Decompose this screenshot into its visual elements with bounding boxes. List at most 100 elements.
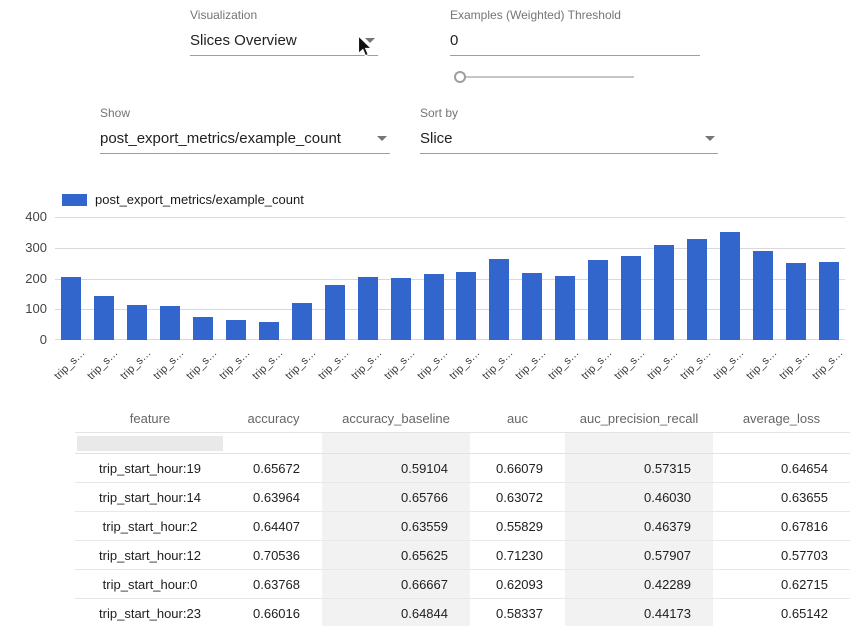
bar-2[interactable] [127, 305, 147, 340]
legend-swatch-icon [62, 194, 87, 206]
filter-cell [713, 433, 850, 453]
filter-cell [75, 433, 225, 453]
bar-23[interactable] [819, 262, 839, 340]
bar-9[interactable] [358, 277, 378, 340]
metric-cell: 0.57703 [713, 541, 850, 569]
show-dropdown[interactable]: Show post_export_metrics/example_count [100, 106, 390, 154]
bar-7[interactable] [292, 303, 312, 340]
bar-21[interactable] [753, 251, 773, 340]
column-header-accuracy_baseline[interactable]: accuracy_baseline [322, 404, 470, 432]
table-row[interactable]: trip_start_hour:190.656720.591040.660790… [75, 454, 850, 483]
threshold-input[interactable]: 0 [450, 32, 700, 56]
metric-cell: 0.66016 [225, 599, 322, 626]
sort-by-value: Slice [420, 130, 453, 147]
metric-cell: 0.70536 [225, 541, 322, 569]
bar-13[interactable] [489, 259, 509, 340]
column-header-accuracy[interactable]: accuracy [225, 404, 322, 432]
slider-track[interactable] [460, 76, 634, 78]
bar-20[interactable] [720, 232, 740, 340]
metric-cell: 0.62715 [713, 570, 850, 598]
metric-cell: 0.63072 [470, 483, 565, 511]
show-select[interactable]: post_export_metrics/example_count [100, 130, 390, 154]
bar-11[interactable] [424, 274, 444, 340]
bar-17[interactable] [621, 256, 641, 340]
filter-cell [470, 433, 565, 453]
metric-cell: 0.63559 [322, 512, 470, 540]
bar-0[interactable] [61, 277, 81, 340]
feature-cell: trip_start_hour:19 [75, 454, 225, 482]
column-header-average_loss[interactable]: average_loss [713, 404, 850, 432]
bar-6[interactable] [259, 322, 279, 340]
metric-cell: 0.65766 [322, 483, 470, 511]
bar-15[interactable] [555, 276, 575, 340]
feature-cell: trip_start_hour:2 [75, 512, 225, 540]
bar-8[interactable] [325, 285, 345, 340]
column-header-auc[interactable]: auc [470, 404, 565, 432]
column-header-feature[interactable]: feature [75, 404, 225, 432]
feature-cell: trip_start_hour:0 [75, 570, 225, 598]
feature-cell: trip_start_hour:23 [75, 599, 225, 626]
feature-filter-input[interactable] [77, 436, 223, 451]
table-header-row: featureaccuracyaccuracy_baselineaucauc_p… [75, 404, 850, 433]
metric-cell: 0.62093 [470, 570, 565, 598]
metric-cell: 0.63964 [225, 483, 322, 511]
table-row[interactable]: trip_start_hour:230.660160.648440.583370… [75, 599, 850, 626]
visualization-dropdown[interactable]: Visualization Slices Overview [190, 8, 378, 56]
sort-by-dropdown[interactable]: Sort by Slice [420, 106, 718, 154]
metric-cell: 0.67816 [713, 512, 850, 540]
show-value: post_export_metrics/example_count [100, 130, 341, 147]
metric-cell: 0.65625 [322, 541, 470, 569]
bar-3[interactable] [160, 306, 180, 340]
column-header-auc_precision_recall[interactable]: auc_precision_recall [565, 404, 713, 432]
sort-by-select[interactable]: Slice [420, 130, 718, 154]
chart-legend: post_export_metrics/example_count [62, 192, 304, 207]
metric-cell: 0.64407 [225, 512, 322, 540]
table-filter-row [75, 433, 850, 454]
threshold-control: Examples (Weighted) Threshold 0 [450, 8, 700, 56]
bar-5[interactable] [226, 320, 246, 340]
metric-cell: 0.65672 [225, 454, 322, 482]
visualization-select[interactable]: Slices Overview [190, 32, 378, 56]
filter-cell [225, 433, 322, 453]
metric-cell: 0.64844 [322, 599, 470, 626]
feature-cell: trip_start_hour:14 [75, 483, 225, 511]
table-row[interactable]: trip_start_hour:140.639640.657660.63072 0… [75, 483, 850, 512]
y-axis-tick-label: 400 [0, 209, 47, 225]
metric-cell: 0.66667 [322, 570, 470, 598]
threshold-slider[interactable] [452, 70, 634, 84]
metric-cell: 0.57907 [565, 541, 713, 569]
metric-cell: 0.44173 [565, 599, 713, 626]
chevron-down-icon[interactable] [705, 136, 715, 141]
table-row[interactable]: trip_start_hour:00.637680.666670.620930.… [75, 570, 850, 599]
table-row[interactable]: trip_start_hour:120.705360.656250.712300… [75, 541, 850, 570]
metrics-table: featureaccuracyaccuracy_baselineaucauc_p… [75, 404, 850, 626]
visualization-value: Slices Overview [190, 32, 297, 49]
sort-by-label: Sort by [420, 106, 718, 120]
legend-label: post_export_metrics/example_count [95, 192, 304, 207]
show-label: Show [100, 106, 390, 120]
metric-cell: 0.59104 [322, 454, 470, 482]
metric-cell: 0.42289 [565, 570, 713, 598]
metric-cell: 0.58337 [470, 599, 565, 626]
bar-14[interactable] [522, 273, 542, 340]
bar-1[interactable] [94, 296, 114, 340]
chart-plot [55, 217, 845, 340]
bar-4[interactable] [193, 317, 213, 340]
bar-18[interactable] [654, 245, 674, 340]
metric-cell: 0.66079 [470, 454, 565, 482]
bar-16[interactable] [588, 260, 608, 340]
chevron-down-icon[interactable] [377, 136, 387, 141]
bar-19[interactable] [687, 239, 707, 340]
gridline [55, 217, 845, 218]
bar-12[interactable] [456, 272, 476, 340]
slider-thumb-icon[interactable] [454, 71, 466, 83]
threshold-value: 0 [450, 32, 458, 49]
metric-cell: 0.63768 [225, 570, 322, 598]
visualization-label: Visualization [190, 8, 378, 22]
slices-overview-page: Visualization Slices Overview Examples (… [0, 0, 863, 626]
chevron-down-icon[interactable] [365, 38, 375, 43]
bar-22[interactable] [786, 263, 806, 340]
bar-10[interactable] [391, 278, 411, 340]
metric-cell: 0.63655 [713, 483, 850, 511]
table-row[interactable]: trip_start_hour:20.644070.635590.558290.… [75, 512, 850, 541]
